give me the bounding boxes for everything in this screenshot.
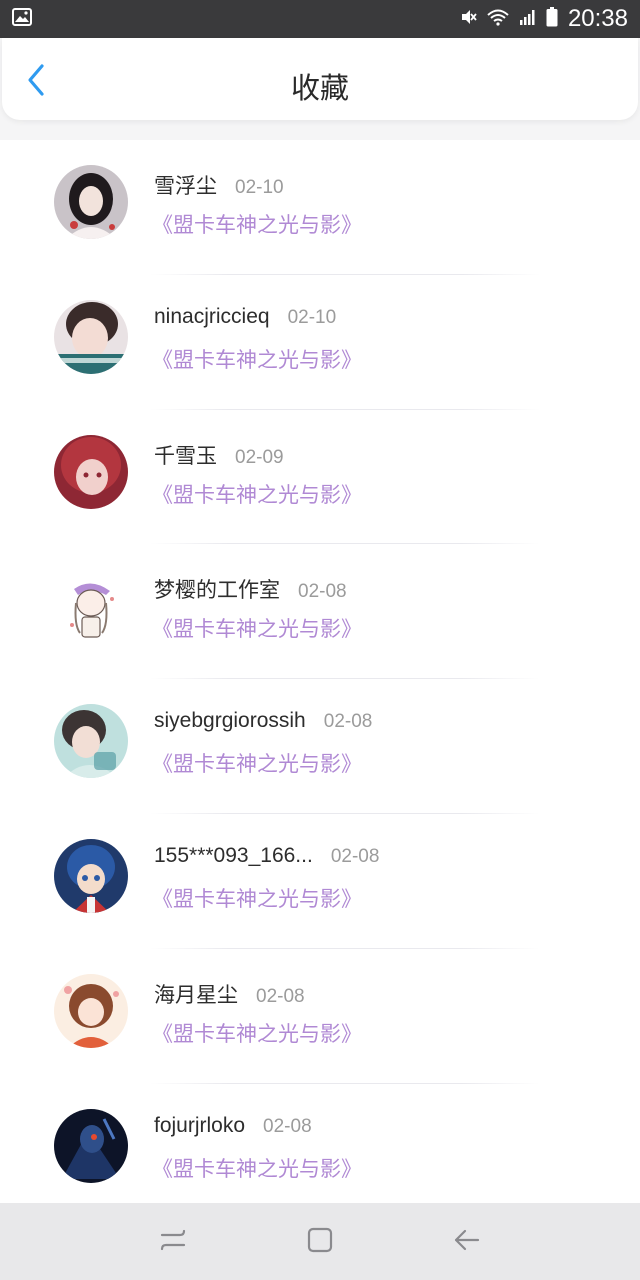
user-name: 雪浮尘	[154, 175, 217, 198]
book-link[interactable]: 《盟卡车神之光与影》	[152, 613, 362, 643]
book-link[interactable]: 《盟卡车神之光与影》	[152, 1018, 362, 1048]
image-icon	[12, 8, 32, 30]
book-link[interactable]: 《盟卡车神之光与影》	[152, 748, 362, 778]
user-name: ninacjriccieq	[154, 304, 270, 328]
list-item[interactable]: 梦樱的工作室 02-08 《盟卡车神之光与影》	[0, 544, 640, 680]
battery-icon	[546, 7, 558, 31]
wifi-icon	[486, 8, 510, 30]
header: 收藏	[2, 38, 638, 120]
user-name: 海月星尘	[154, 983, 238, 1007]
user-name: siyebgrgiorossih	[154, 709, 306, 733]
home-icon	[305, 1225, 335, 1259]
date-label: 02-10	[287, 306, 337, 328]
list-item[interactable]: fojurjrloko 02-08 《盟卡车神之光与影》	[0, 1084, 640, 1203]
avatar[interactable]	[54, 1108, 128, 1183]
date-label: 02-08	[256, 985, 305, 1007]
avatar[interactable]	[54, 838, 128, 913]
avatar[interactable]	[54, 299, 128, 374]
date-label: 02-08	[298, 581, 347, 603]
book-link[interactable]: 《盟卡车神之光与影》	[152, 209, 362, 239]
date-label: 02-09	[235, 446, 284, 468]
book-link[interactable]: 《盟卡车神之光与影》	[152, 479, 362, 509]
avatar[interactable]	[54, 973, 128, 1048]
book-link[interactable]: 《盟卡车神之光与影》	[152, 1153, 362, 1183]
list-item[interactable]: 千雪玉 02-09 《盟卡车神之光与影》	[0, 410, 640, 545]
avatar[interactable]	[54, 569, 128, 644]
signal-icon	[518, 8, 538, 30]
user-name: 155***093_166...	[154, 843, 313, 867]
user-name: 千雪玉	[154, 444, 217, 468]
page-title: 收藏	[290, 71, 349, 105]
avatar[interactable]	[54, 704, 128, 779]
list-item[interactable]: ninacjriccieq 02-10 《盟卡车神之光与影》	[0, 275, 640, 410]
list-item[interactable]: siyebgrgiorossih 02-08 《盟卡车神之光与影》	[0, 679, 640, 814]
recent-apps-icon	[158, 1225, 188, 1259]
date-label: 02-08	[330, 845, 380, 867]
date-label: 02-10	[235, 177, 284, 198]
list-item[interactable]: 155***093_166... 02-08 《盟卡车神之光与影》	[0, 814, 640, 949]
status-bar: 20:38	[0, 0, 640, 38]
user-name: 梦樱的工作室	[154, 579, 280, 603]
favorites-list: 雪浮尘 02-10 《盟卡车神之光与影》 ninacjriccieq 02-10…	[0, 140, 640, 1203]
book-link[interactable]: 《盟卡车神之光与影》	[152, 344, 362, 374]
system-nav-bar	[0, 1203, 640, 1280]
date-label: 02-08	[263, 1115, 312, 1137]
date-label: 02-08	[323, 711, 373, 733]
home-button[interactable]	[290, 1212, 350, 1272]
recent-apps-button[interactable]	[143, 1212, 203, 1272]
status-time: 20:38	[567, 5, 628, 32]
book-link[interactable]: 《盟卡车神之光与影》	[152, 883, 362, 913]
nav-back-button[interactable]	[437, 1212, 497, 1272]
user-name: fojurjrloko	[154, 1113, 246, 1137]
mute-icon	[460, 8, 478, 30]
list-item[interactable]: 海月星尘 02-08 《盟卡车神之光与影》	[0, 949, 640, 1084]
back-icon	[452, 1225, 482, 1259]
avatar[interactable]	[54, 434, 128, 509]
list-item[interactable]: 雪浮尘 02-10 《盟卡车神之光与影》	[0, 140, 640, 275]
avatar[interactable]	[54, 165, 128, 239]
